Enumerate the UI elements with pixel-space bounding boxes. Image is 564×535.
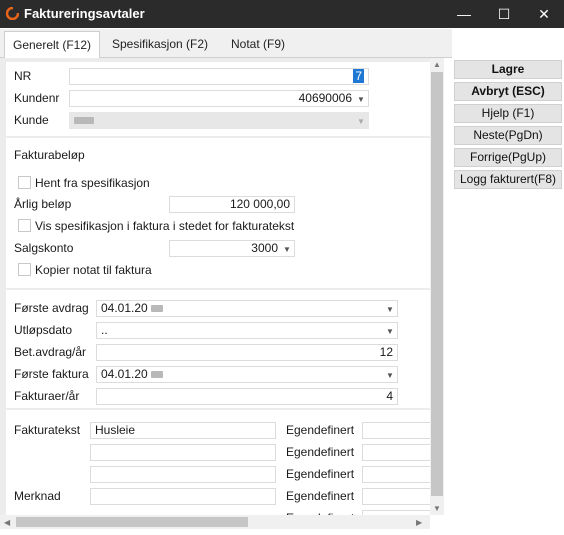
app-icon (6, 7, 19, 20)
invoice-heading: Fakturabeløp (14, 148, 85, 162)
payments-field[interactable]: 12 (96, 344, 398, 361)
scroll-up-icon[interactable]: ▲ (433, 60, 441, 69)
first-installment-field[interactable]: 04.01.20 (96, 300, 398, 317)
payments-label: Bet.avdrag/år (14, 345, 87, 359)
note-field[interactable] (90, 488, 276, 505)
kunde-field (69, 112, 369, 129)
close-button[interactable]: ✕ (524, 0, 564, 28)
window-title: Faktureringsavtaler (24, 6, 145, 21)
schedule-section: Første avdrag 04.01.20 ▼ Utløpsdato .. ▼… (6, 290, 430, 408)
log-invoiced-button[interactable]: Logg fakturert(F8) (454, 170, 562, 189)
invoices-label: Fakturaer/år (14, 389, 80, 403)
horizontal-scrollbar[interactable]: ◀ ▶ (0, 515, 430, 529)
next-button[interactable]: Neste(PgDn) (454, 126, 562, 145)
title-bar: Faktureringsavtaler — ☐ ✕ (0, 0, 564, 28)
custom-field-2[interactable] (362, 444, 430, 461)
text-section: Fakturatekst Husleie Merknad Egendefiner… (6, 410, 430, 515)
show-spec-label: Vis spesifikasjon i faktura i stedet for… (35, 219, 295, 233)
nr-value: 7 (353, 69, 364, 83)
kunde-label: Kunde (14, 113, 49, 127)
vertical-scrollbar[interactable]: ▲ ▼ (430, 58, 444, 515)
prev-button[interactable]: Forrige(PgUp) (454, 148, 562, 167)
fetch-spec-label: Hent fra spesifikasjon (35, 176, 150, 190)
invoice-text-value: Husleie (95, 423, 136, 437)
customer-section: NR 7 Kundenr 40690006 ▼ Kunde ▼ (6, 62, 430, 136)
scroll-down-icon[interactable]: ▼ (433, 504, 441, 513)
first-invoice-field[interactable]: 04.01.20 (96, 366, 398, 383)
minimize-button[interactable]: — (444, 0, 484, 28)
custom-field-1[interactable] (362, 422, 430, 439)
account-chevron-down-icon[interactable]: ▼ (283, 245, 291, 254)
annual-label: Årlig beløp (14, 197, 72, 211)
redacted-year (151, 305, 164, 313)
custom-label-3: Egendefinert (286, 467, 355, 481)
custom-label-4: Egendefinert (286, 489, 355, 503)
account-value: 3000 (251, 241, 278, 255)
kundenr-field[interactable]: 40690006 (69, 90, 369, 107)
copy-note-checkbox[interactable] (18, 263, 31, 276)
form-area: NR 7 Kundenr 40690006 ▼ Kunde ▼ Fakturab… (0, 58, 430, 515)
first-installment-value: 04.01.20 (101, 301, 148, 315)
custom-field-3[interactable] (362, 466, 430, 483)
kundenr-value: 40690006 (298, 91, 352, 105)
invoice-text-field-2[interactable] (90, 444, 276, 461)
kunde-chevron-down-icon: ▼ (357, 117, 365, 126)
account-label: Salgskonto (14, 241, 74, 255)
nr-field[interactable]: 7 (69, 68, 369, 85)
invoice-text-label: Fakturatekst (14, 423, 81, 437)
expiry-label: Utløpsdato (14, 323, 73, 337)
first-invoice-value: 04.01.20 (101, 367, 148, 381)
invoices-field[interactable]: 4 (96, 388, 398, 405)
tab-generelt[interactable]: Generelt (F12) (4, 31, 100, 59)
copy-note-label: Kopier notat til faktura (35, 263, 152, 277)
first-invoice-label: Første faktura (14, 367, 89, 381)
redacted-name (74, 117, 94, 125)
custom-label-2: Egendefinert (286, 445, 355, 459)
expiry-field[interactable]: .. (96, 322, 398, 339)
save-button[interactable]: Lagre (454, 60, 562, 79)
custom-label-1: Egendefinert (286, 423, 355, 437)
tab-notat[interactable]: Notat (F9) (222, 31, 294, 57)
invoice-text-field[interactable]: Husleie (90, 422, 276, 439)
account-field[interactable]: 3000 (169, 240, 295, 257)
payments-value: 12 (379, 345, 393, 359)
redacted-year (151, 371, 164, 379)
first-installment-chevron-down-icon[interactable]: ▼ (386, 305, 394, 314)
show-spec-checkbox[interactable] (18, 219, 31, 232)
cancel-button[interactable]: Avbryt (ESC) (454, 82, 562, 101)
invoices-value: 4 (386, 389, 393, 403)
scroll-left-icon[interactable]: ◀ (4, 518, 10, 527)
expiry-chevron-down-icon[interactable]: ▼ (386, 327, 394, 336)
help-button[interactable]: Hjelp (F1) (454, 104, 562, 123)
tab-bar: Generelt (F12) Spesifikasjon (F2) Notat … (0, 29, 452, 59)
custom-field-4[interactable] (362, 488, 430, 505)
note-label: Merknad (14, 489, 61, 503)
kundenr-chevron-down-icon[interactable]: ▼ (357, 95, 365, 104)
fetch-spec-checkbox[interactable] (18, 176, 31, 189)
annual-amount-value: 120 000,00 (229, 197, 290, 211)
first-invoice-chevron-down-icon[interactable]: ▼ (386, 371, 394, 380)
tab-spesifikasjon[interactable]: Spesifikasjon (F2) (104, 31, 216, 57)
expiry-value: .. (101, 323, 108, 337)
scroll-right-icon[interactable]: ▶ (416, 518, 422, 527)
annual-amount-field[interactable]: 120 000,00 (169, 196, 295, 213)
invoice-section: Fakturabeløp Hent fra spesifikasjon Årli… (6, 138, 430, 288)
horizontal-scroll-thumb[interactable] (16, 517, 248, 527)
first-installment-label: Første avdrag (14, 301, 89, 315)
kundenr-label: Kundenr (14, 91, 60, 105)
invoice-text-field-3[interactable] (90, 466, 276, 483)
maximize-button[interactable]: ☐ (484, 0, 524, 28)
nr-label: NR (14, 69, 32, 83)
vertical-scroll-thumb[interactable] (431, 72, 443, 496)
